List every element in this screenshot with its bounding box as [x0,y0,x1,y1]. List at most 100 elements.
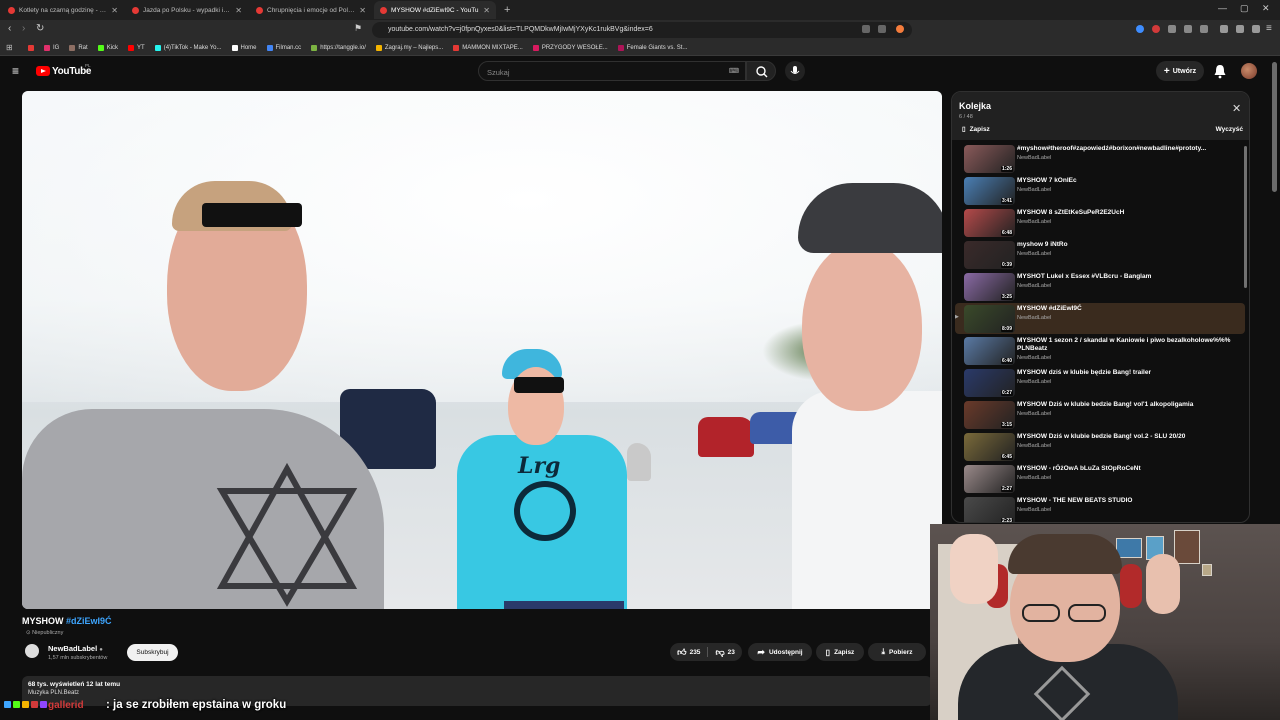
queue-item-channel: NewBadLabel [1017,379,1052,385]
queue-item[interactable]: 6:40 MYSHOW 1 sezon 2 / skandal w Kaniowi… [955,335,1245,366]
save-button[interactable]: ▯ Zapisz [816,643,864,661]
download-button[interactable]: ⤓ Pobierz [868,643,926,661]
apps-grid-icon[interactable]: ⊞ [6,43,13,52]
bookmark-item[interactable]: Zagraj.my – Najleps... [375,44,443,51]
bookmark-favicon [231,44,238,51]
queue-item[interactable]: 1:26 #myshow#theroof#zapowiedź#borixon#ne… [955,143,1245,174]
create-button[interactable]: + Utwórz [1156,61,1204,81]
user-avatar[interactable] [1241,63,1257,79]
hamburger-menu-icon[interactable]: ≡ [12,64,19,78]
back-icon[interactable]: ‹ [8,23,11,34]
youtube-logo-icon[interactable] [36,66,50,76]
voice-search-button[interactable] [785,61,805,81]
extension-icon[interactable] [1152,25,1160,33]
browser-tab[interactable]: Chrupnięcia i emocje od Poliny😄 - ✕ [250,1,372,19]
extension-icon[interactable] [1136,25,1144,33]
minimize-button[interactable]: — [1218,3,1227,13]
screenshot-icon[interactable] [862,25,870,33]
address-bar-row: ‹ › ↻ ⚑ youtube.com/watch?v=j0fpnQyxes0&… [0,20,1280,40]
channel-name[interactable]: NewBadLabel ● [48,644,103,653]
logo-region: PL [85,63,91,68]
queue-scrollbar[interactable] [1244,146,1247,288]
close-tab-icon[interactable]: ✕ [483,6,490,15]
bookmark-item[interactable]: Rat [69,44,88,51]
dislike-button[interactable]: 👎︎ 23 [715,647,734,658]
video-duration: 3:15 [1000,422,1013,428]
queue-item[interactable]: 3:25 MYSHOT Lukel x Essex #VLBcru - Bangl… [955,271,1245,302]
extension-icon[interactable] [1200,25,1208,33]
bookmark-item[interactable]: Female Giants vs. St... [617,44,687,51]
url-field[interactable]: youtube.com/watch?v=j0fpnQyxes0&list=TLP… [372,22,912,38]
maximize-button[interactable]: ▢ [1240,3,1249,14]
queue-item-title: MYSHOW Dziś w klubie bedzie Bang! vol'1 … [1017,401,1194,408]
new-tab-button[interactable]: + [504,4,510,16]
channel-avatar[interactable] [25,644,39,658]
queue-thumbnail: 2:27 [964,465,1015,493]
queue-item[interactable]: 0:27 MYSHOW dziś w klubie będzie Bang! tr… [955,367,1245,398]
bookmark-item[interactable]: (4)TikTok - Make Yo... [154,44,222,51]
share-button[interactable]: ➦ Udostępnij [748,643,812,661]
keyboard-icon[interactable]: ⌨ [729,67,739,75]
bookmark-icon: ▯ [962,126,966,133]
close-window-button[interactable]: ✕ [1262,3,1270,14]
wallet-icon[interactable] [1252,25,1260,33]
divider [707,647,709,657]
bookmark-favicon [69,44,76,51]
bookmark-item[interactable]: Kick [97,44,118,51]
bookmark-item[interactable]: Home [231,44,257,51]
close-icon[interactable]: ✕ [1232,102,1241,115]
browser-tab[interactable]: Kotlety na czarną godzinę - mogą st ✕ [2,1,124,19]
bookmark-item[interactable]: Filman.cc [266,44,301,51]
streamer-hand [950,534,998,604]
share-icon[interactable] [878,25,886,33]
forward-icon[interactable]: › [22,23,25,34]
bookmark-item[interactable] [28,44,34,51]
notifications-bell-icon[interactable] [1213,64,1227,79]
wall-poster [1174,530,1200,564]
queue-item-title: MYSHOW 1 sezon 2 / skandal w Kaniowie i … [1017,337,1231,352]
queue-item[interactable]: 2:23 MYSHOW - THE NEW BEATS STUDIO NewBadL… [955,495,1245,522]
queue-item[interactable]: 6:45 MYSHOW Dziś w klubie bedzie Bang! vo… [955,431,1245,462]
queue-item[interactable]: 0:39 myshow 9 iNtRo NewBadLabel [955,239,1245,270]
queue-item[interactable]: 2:27 MYSHOW - rÓżOwA bLuZa StOpRoCeNt NewB… [955,463,1245,494]
video-hashtag[interactable]: #dZiEwI9Ć [66,616,112,626]
menu-icon[interactable]: ≡ [1266,23,1272,34]
bookmark-item[interactable]: https://tanggle.io/ [311,44,366,51]
bookmark-item[interactable]: PRZYGODY WESOŁE... [532,44,608,51]
like-button[interactable]: 👍︎ 235 [677,647,700,658]
youtube-header: ≡ YouTube PL Szukaj ⌨ + Utwórz [0,57,1280,87]
reload-icon[interactable]: ↻ [36,23,44,34]
video-duration: 3:41 [1000,198,1013,204]
extension-icon[interactable] [1184,25,1192,33]
close-tab-icon[interactable]: ✕ [111,6,118,15]
download-icon[interactable] [1220,25,1228,33]
queue-item[interactable]: 3:41 MYSHOW 7 kOnIEc NewBadLabel [955,175,1245,206]
bookmark-page-icon[interactable]: ⚑ [354,23,362,34]
now-playing-icon: ▶ [955,314,959,320]
queue-save-button[interactable]: ▯ Zapisz [962,125,990,134]
brave-icon[interactable] [896,25,904,33]
browser-tab[interactable]: MYSHOW #dZiEwI9Ć - YouTu ✕ [374,1,496,19]
queue-clear-button[interactable]: Wyczyść [1216,126,1243,133]
music-icon[interactable] [1236,25,1244,33]
close-tab-icon[interactable]: ✕ [359,6,366,15]
bookmark-item[interactable]: IG [44,44,59,51]
chat-badge-icon [13,701,20,708]
search-icon [756,66,768,78]
bookmark-item[interactable]: YT [128,44,145,51]
browser-tab[interactable]: Jazda po Polsku - wypadki i kolizje o ✕ [126,1,248,19]
video-player[interactable]: Lrg [22,91,942,609]
queue-item[interactable]: 6:48 MYSHOW 8 sZtEtKeSuPeR2E2UcH NewBadLab… [955,207,1245,238]
video-duration: 6:48 [1000,230,1013,236]
search-input[interactable]: Szukaj ⌨ [478,61,746,81]
extension-icon[interactable] [1168,25,1176,33]
page-scrollbar[interactable] [1272,62,1277,192]
subscribe-button[interactable]: Subskrybuj [127,644,178,661]
search-button[interactable] [746,61,776,81]
queue-item[interactable]: 3:15 MYSHOW Dziś w klubie bedzie Bang! vo… [955,399,1245,430]
url-text: youtube.com/watch?v=j0fpnQyxes0&list=TLP… [388,26,653,33]
queue-item-title: MYSHOW - THE NEW BEATS STUDIO [1017,497,1133,504]
queue-item[interactable]: ▶ 8:09 MYSHOW #dZiEwI9Ć NewBadLabel [955,303,1245,334]
bookmark-item[interactable]: MAMMON MIXTAPE... [453,44,523,51]
close-tab-icon[interactable]: ✕ [235,6,242,15]
